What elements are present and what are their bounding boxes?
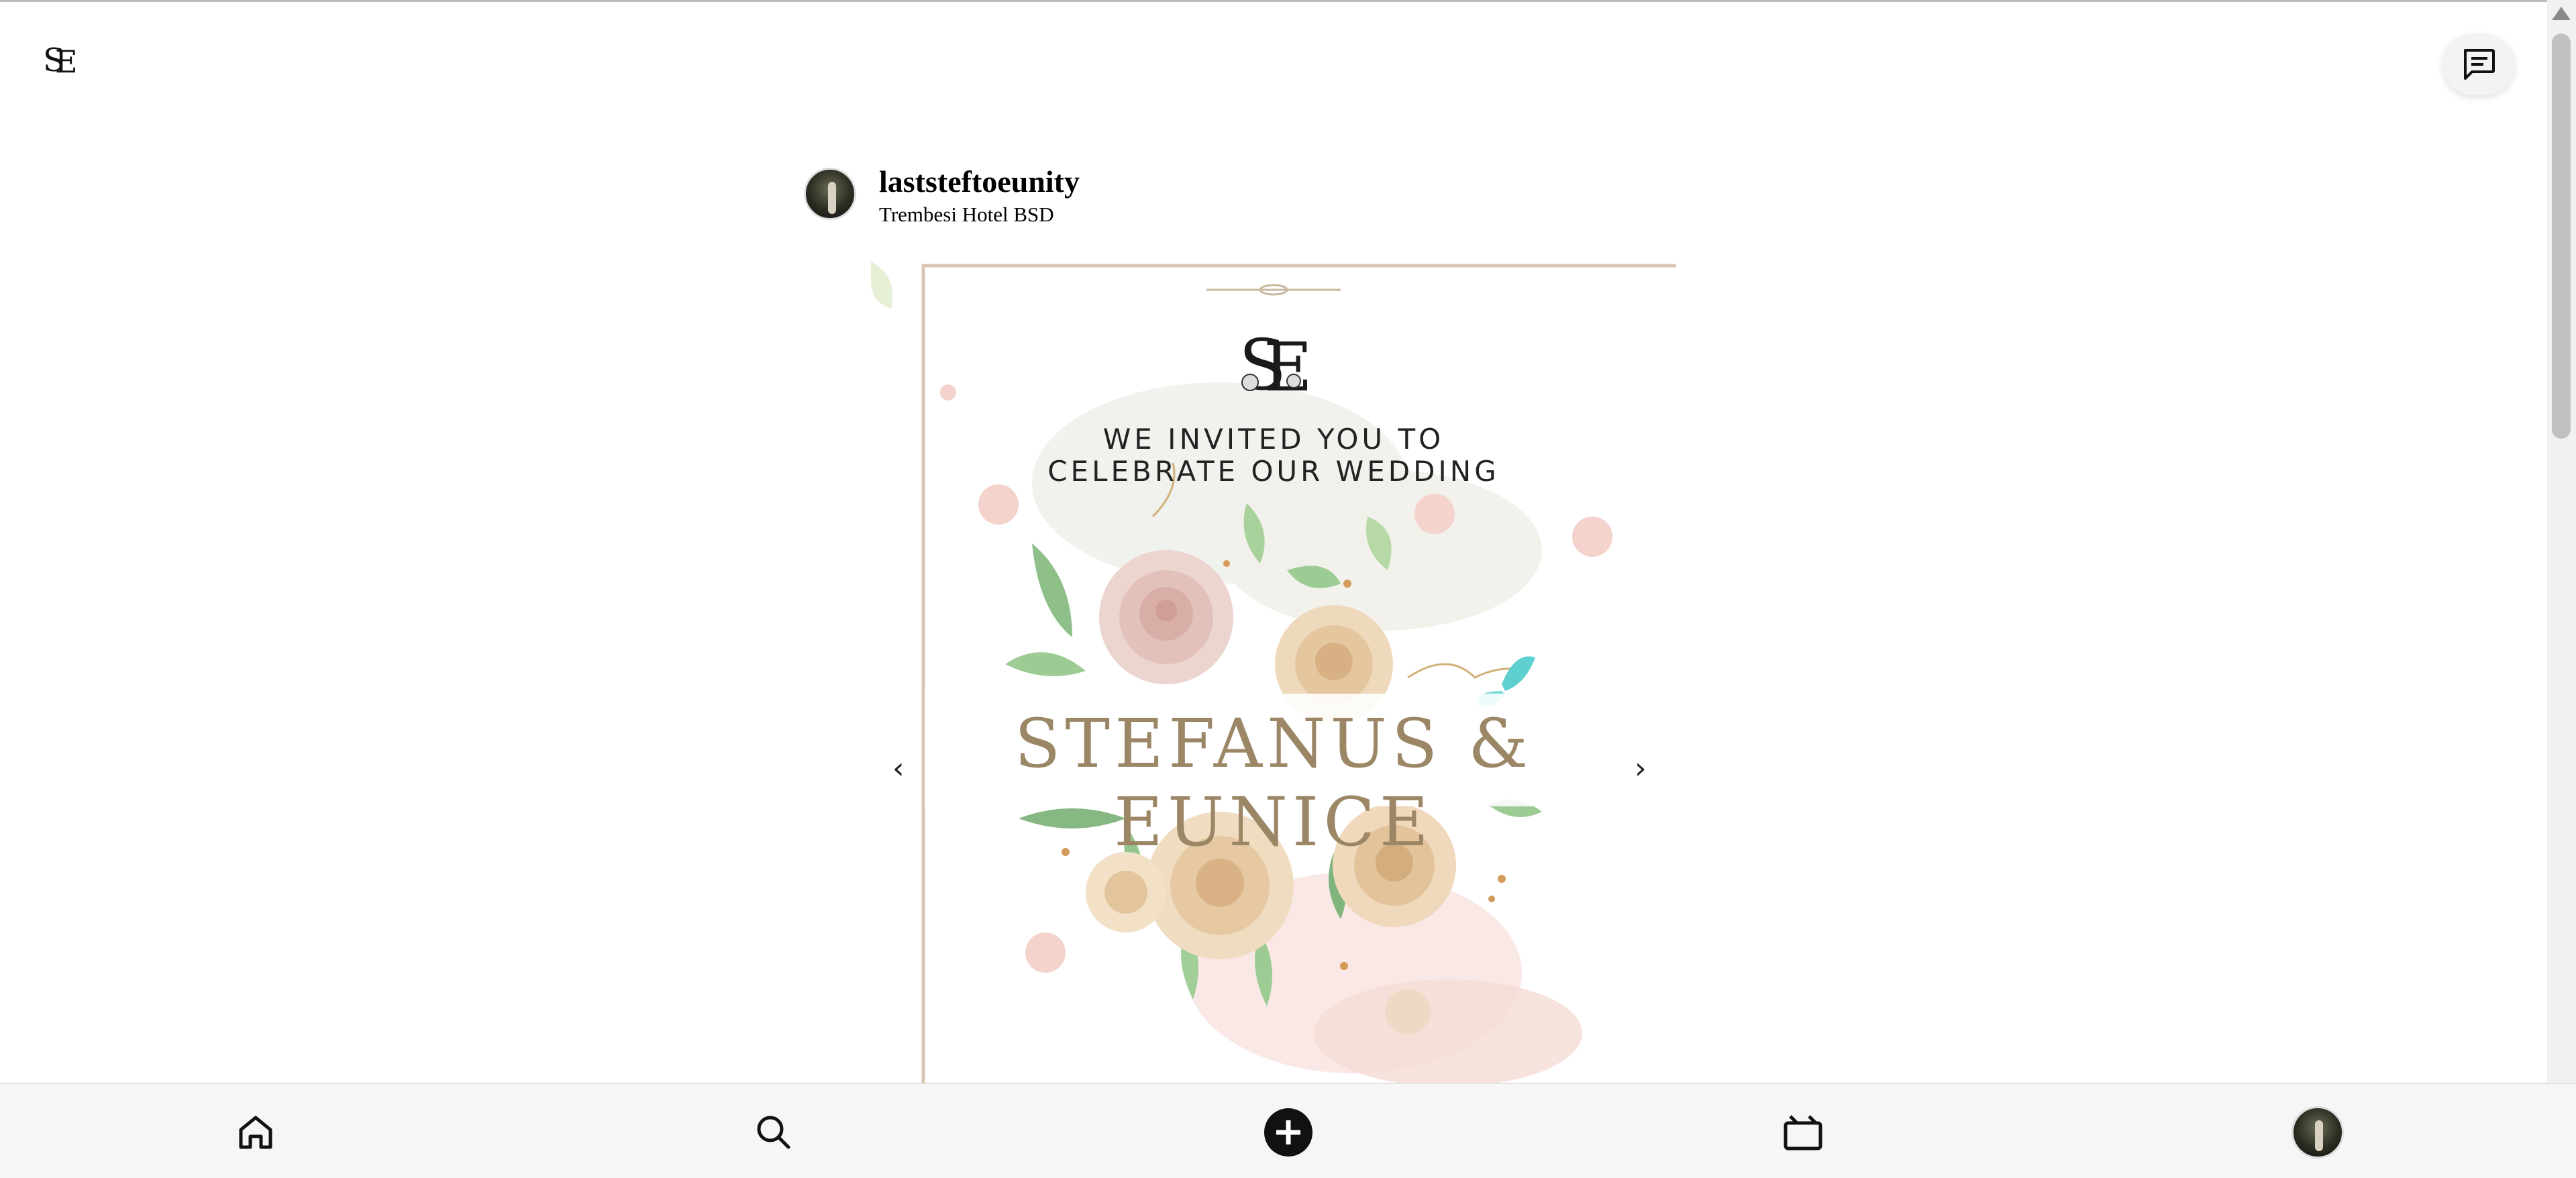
carousel-prev-arrow[interactable]: ‹ [892,751,905,786]
svg-text:E: E [55,44,78,80]
search-icon [757,1116,790,1149]
window-top-border [0,0,2576,2]
post-image[interactable]: S E WE INVITED YOU TO CELEBRATE OUR WEDD… [871,262,1676,1083]
plus-circle-icon [1264,1108,1312,1157]
messages-button[interactable] [2442,34,2515,95]
nav-search[interactable] [747,1106,801,1159]
bottom-navigation-bar [0,1083,2576,1178]
home-icon [239,1116,272,1149]
nav-reels[interactable] [1776,1106,1830,1159]
invitation-headline-line1: WE INVITED YOU TO [1102,423,1445,456]
post-author-avatar[interactable] [804,168,856,220]
se-logo-icon[interactable]: S E [42,38,81,81]
svg-text:E: E [1264,328,1312,407]
invitation-headline-line2: CELEBRATE OUR WEDDING [1047,455,1500,488]
post-username[interactable]: laststeftoeunity [879,164,1080,199]
nav-create[interactable] [1261,1106,1315,1159]
couple-names: STEFANUS & EUNICE [1014,704,1533,861]
scroll-up-arrow-icon[interactable] [2552,7,2571,20]
post-location[interactable]: Trembesi Hotel BSD [879,203,1054,227]
scrollbar-thumb[interactable] [2552,34,2571,439]
chat-bubble-icon [2464,49,2495,80]
clapperboard-icon [1784,1115,1822,1150]
carousel-next-arrow[interactable]: › [1635,751,1647,786]
nav-home[interactable] [229,1106,282,1159]
nav-profile[interactable] [2291,1106,2345,1159]
profile-avatar [2291,1106,2344,1159]
wedding-invitation-artwork: S E [871,262,1676,1083]
